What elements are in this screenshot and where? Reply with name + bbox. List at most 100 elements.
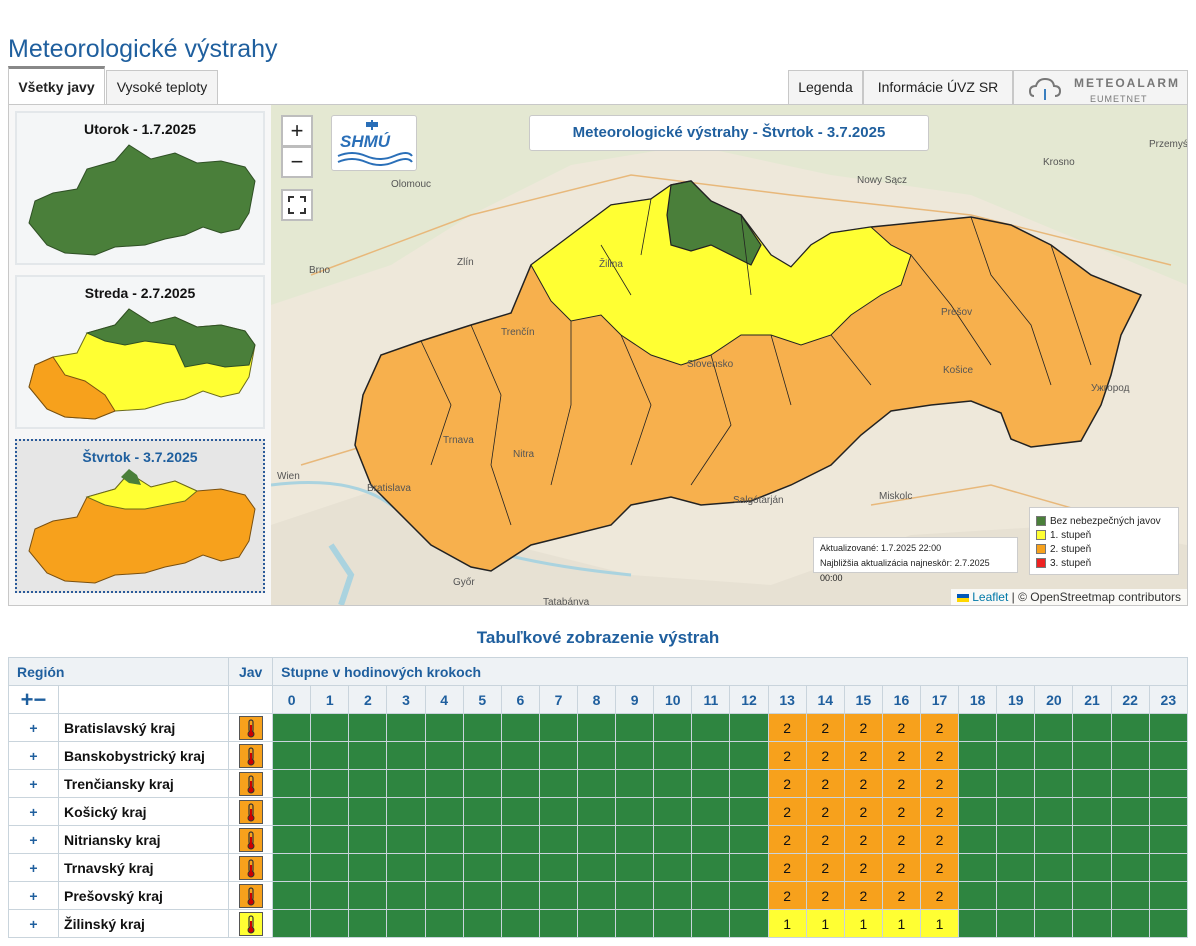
- hour-level-cell: [462, 881, 502, 910]
- hour-level-cell: 2: [843, 825, 883, 854]
- hour-level-cell: [462, 769, 502, 798]
- legend-item: 1. stupeň: [1036, 528, 1172, 542]
- hour-level-cell: 2: [805, 713, 845, 742]
- hour-header: 5: [462, 685, 502, 714]
- hour-header: 7: [538, 685, 579, 714]
- uvz-info-button[interactable]: Informácie ÚVZ SR: [863, 70, 1013, 104]
- hour-header: 23: [1148, 685, 1189, 714]
- hour-level-cell: 2: [843, 741, 883, 770]
- phenomenon-cell: [228, 881, 274, 910]
- legend-button[interactable]: Legenda: [788, 70, 863, 104]
- hour-level-cell: 2: [919, 825, 960, 854]
- city-label: Trenčín: [501, 327, 535, 338]
- hour-level-cell: [996, 825, 1036, 854]
- hour-header: 20: [1034, 685, 1074, 714]
- expand-collapse-all-button[interactable]: +−: [7, 685, 60, 714]
- expand-region-button[interactable]: +: [7, 769, 60, 798]
- hour-level-cell: 2: [843, 713, 883, 742]
- hour-level-cell: [1072, 881, 1112, 910]
- hour-level-cell: [310, 881, 350, 910]
- legend-swatch: [1036, 544, 1046, 554]
- day-card-tuesday[interactable]: Utorok - 1.7.2025: [15, 111, 265, 265]
- region-name: Nitriansky kraj: [58, 825, 230, 854]
- hour-level-cell: 2: [767, 797, 807, 826]
- tab-high-temperatures[interactable]: Vysoké teploty: [106, 70, 218, 104]
- expand-region-button[interactable]: +: [7, 881, 60, 910]
- warning-map[interactable]: Olomouc Zlín Brno Nowy Sącz Krosno Przem…: [271, 105, 1187, 605]
- phenomenon-cell: [228, 797, 274, 826]
- hour-header: 10: [653, 685, 693, 714]
- thermometer-icon: [238, 827, 263, 852]
- hour-header: 13: [767, 685, 807, 714]
- expand-region-button[interactable]: +: [7, 853, 60, 882]
- hour-level-cell: [1072, 825, 1112, 854]
- hour-level-cell: 2: [767, 769, 807, 798]
- day-card-title: Štvrtok - 3.7.2025: [82, 449, 198, 465]
- meteoalarm-link[interactable]: METEOALARM EUMETNET: [1013, 70, 1188, 104]
- table-row: + Prešovský kraj 2 2 2 2 2: [7, 881, 1189, 910]
- expand-region-button[interactable]: +: [7, 713, 60, 742]
- hour-level-cell: [272, 741, 312, 770]
- hour-level-cell: 2: [881, 881, 922, 910]
- update-time: Aktualizované: 1.7.2025 22:00: [820, 543, 942, 553]
- hour-level-cell: [577, 713, 617, 742]
- hour-level-cell: [310, 853, 350, 882]
- hour-level-cell: [424, 769, 464, 798]
- hour-level-cell: [310, 713, 350, 742]
- expand-region-button[interactable]: +: [7, 797, 60, 826]
- map-legend: Bez nebezpečných javov 1. stupeň 2. stup…: [1029, 507, 1179, 575]
- hour-level-cell: [577, 825, 617, 854]
- hour-level-cell: [538, 909, 579, 938]
- hour-level-cell: [1148, 713, 1189, 742]
- hour-header: 0: [272, 685, 312, 714]
- hour-level-cell: [958, 825, 998, 854]
- hour-level-cell: [310, 769, 350, 798]
- hour-level-cell: [386, 853, 426, 882]
- hour-level-cell: 2: [919, 741, 960, 770]
- zoom-out-button[interactable]: −: [281, 146, 313, 178]
- leaflet-link[interactable]: Leaflet: [972, 590, 1008, 604]
- tab-all-phenomena[interactable]: Všetky javy: [8, 66, 105, 105]
- day-card-thursday[interactable]: Štvrtok - 3.7.2025: [15, 439, 265, 593]
- hour-level-cell: 2: [919, 797, 960, 826]
- hour-level-cell: [729, 797, 769, 826]
- city-label: Salgótarján: [733, 495, 784, 506]
- hour-level-cell: 2: [919, 713, 960, 742]
- hour-level-cell: [1148, 881, 1189, 910]
- hour-level-cell: [348, 769, 388, 798]
- update-info: Aktualizované: 1.7.2025 22:00 Najbližšia…: [813, 537, 1018, 583]
- fullscreen-button[interactable]: [281, 189, 313, 221]
- hour-level-cell: [1148, 769, 1189, 798]
- page-title: Meteorologické výstrahy: [8, 34, 278, 63]
- legend-label: Bez nebezpečných javov: [1050, 515, 1161, 527]
- hour-level-cell: [348, 909, 388, 938]
- table-row: + Žilinský kraj 1 1 1 1 1: [7, 909, 1189, 938]
- hour-level-cell: 1: [767, 909, 807, 938]
- hour-header: 16: [881, 685, 922, 714]
- zoom-in-button[interactable]: +: [281, 115, 313, 147]
- expand-region-button[interactable]: +: [7, 825, 60, 854]
- hour-level-cell: [577, 797, 617, 826]
- expand-region-button[interactable]: +: [7, 909, 60, 938]
- hour-level-cell: [348, 853, 388, 882]
- hour-level-cell: [272, 769, 312, 798]
- hour-level-cell: [958, 797, 998, 826]
- expand-region-button[interactable]: +: [7, 741, 60, 770]
- hour-level-cell: [348, 741, 388, 770]
- main-panel: Utorok - 1.7.2025 Streda - 2.7.2025 Štvr…: [8, 104, 1188, 606]
- hour-level-cell: [958, 881, 998, 910]
- hour-level-cell: [272, 853, 312, 882]
- hour-level-cell: [577, 769, 617, 798]
- hour-level-cell: [996, 797, 1036, 826]
- hour-level-cell: 2: [843, 853, 883, 882]
- hour-level-cell: 2: [767, 881, 807, 910]
- hour-level-cell: [653, 797, 693, 826]
- city-label: Žilina: [599, 259, 623, 270]
- hour-level-cell: [1034, 909, 1074, 938]
- mini-map-thursday: [28, 469, 256, 584]
- meteoalarm-cloud-icon: [1028, 77, 1062, 100]
- day-card-wednesday[interactable]: Streda - 2.7.2025: [15, 275, 265, 429]
- hour-level-cell: [500, 797, 540, 826]
- hour-level-cell: [386, 909, 426, 938]
- hour-level-cell: [615, 825, 655, 854]
